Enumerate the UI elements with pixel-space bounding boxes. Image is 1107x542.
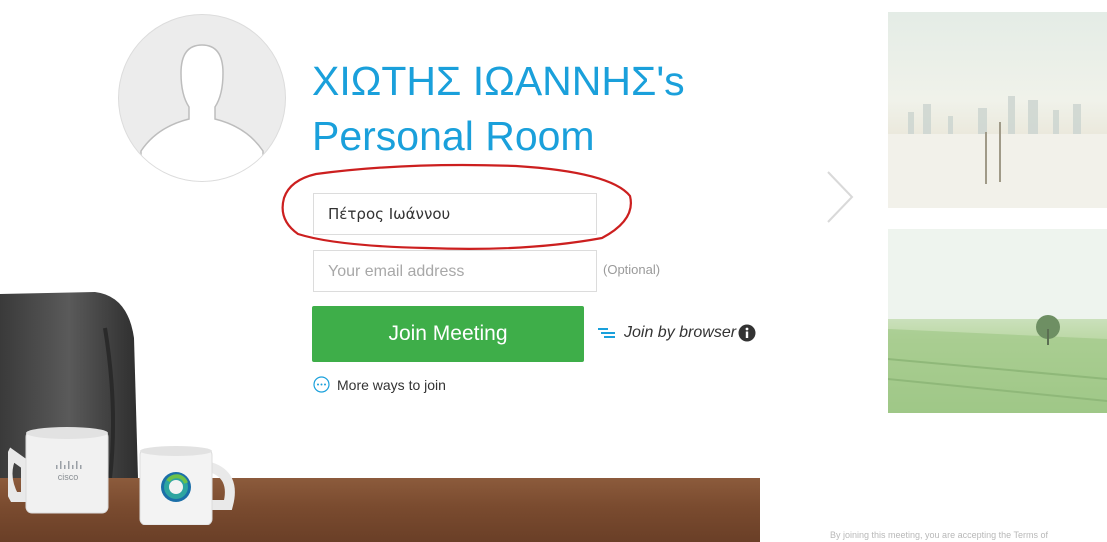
cisco-mug: cisco: [8, 427, 109, 514]
browser-lines-icon: [598, 328, 615, 338]
background-photo-city-lake: [888, 12, 1107, 208]
webex-mug: [139, 446, 235, 525]
cisco-logo-text: cisco: [58, 472, 79, 482]
join-meeting-button[interactable]: Join Meeting: [312, 306, 584, 362]
email-input[interactable]: [313, 250, 597, 292]
chevron-right-icon[interactable]: [825, 170, 855, 224]
avatar: [118, 14, 286, 182]
more-ways-label: More ways to join: [337, 376, 446, 393]
avatar-silhouette-icon: [140, 44, 264, 181]
more-ways-to-join-link[interactable]: More ways to join: [313, 376, 446, 393]
page-title: ΧΙΩΤΗΣ ΙΩΑΝΝΗΣ's Personal Room: [312, 54, 732, 164]
info-icon[interactable]: [738, 324, 756, 342]
terms-notice: By joining this meeting, you are accepti…: [830, 530, 1048, 540]
optional-label: (Optional): [603, 262, 661, 277]
meeting-join-page: cisco ΧΙΩΤΗΣ ΙΩΑΝΝΗΣ's Personal Room (Op…: [0, 0, 1107, 542]
room-owner-title: ΧΙΩΤΗΣ ΙΩΑΝΝΗΣ's: [312, 58, 685, 104]
room-type-title: Personal Room: [312, 113, 595, 159]
more-dots-icon: [313, 376, 330, 393]
join-by-browser-label: Join by browser: [624, 324, 737, 341]
name-input[interactable]: [313, 193, 597, 235]
join-by-browser-link[interactable]: Join by browser: [598, 324, 756, 342]
background-photo-green-field: [887, 229, 1107, 413]
